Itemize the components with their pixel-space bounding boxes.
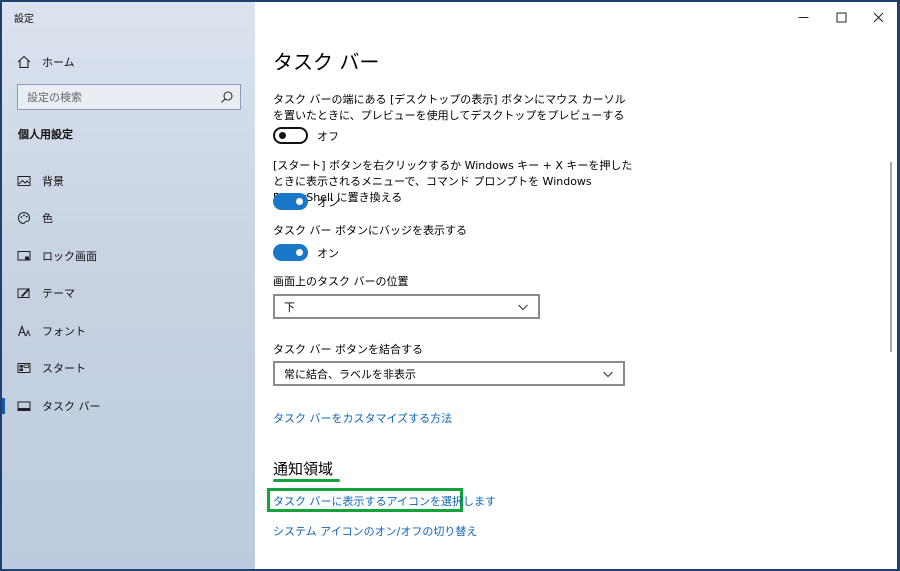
sidebar-item-taskbar[interactable]: タスク バー bbox=[2, 391, 255, 421]
badges-toggle[interactable] bbox=[273, 244, 308, 261]
sidebar: 設定 ホーム 設定の検索 個人用設定 背景 色 ロック画面 テーマ フォント ス… bbox=[2, 2, 255, 569]
badges-toggle-row: オン bbox=[273, 244, 339, 261]
sidebar-home-label: ホーム bbox=[42, 56, 75, 69]
home-icon bbox=[16, 54, 32, 70]
notification-area-heading: 通知領域 bbox=[273, 460, 334, 478]
combine-dropdown[interactable]: 常に結合、ラベルを非表示 bbox=[273, 361, 625, 386]
theme-icon bbox=[16, 285, 32, 301]
search-icon[interactable] bbox=[220, 90, 234, 104]
sidebar-item-label: スタート bbox=[42, 362, 86, 375]
toggle-knob bbox=[296, 249, 303, 256]
position-dropdown[interactable]: 下 bbox=[273, 294, 540, 319]
peek-description: タスク バーの端にある [デスクトップの表示] ボタンにマウス カーソルを置いた… bbox=[273, 93, 626, 122]
taskbar-icon bbox=[16, 398, 32, 414]
peek-toggle-row: オフ bbox=[273, 127, 339, 144]
lock-screen-icon bbox=[16, 248, 32, 264]
powershell-toggle[interactable] bbox=[273, 193, 308, 210]
chevron-down-icon bbox=[603, 371, 613, 378]
customize-taskbar-link[interactable]: タスク バーをカスタマイズする方法 bbox=[273, 410, 452, 426]
palette-icon bbox=[16, 210, 32, 226]
combine-label: タスク バー ボタンを結合する bbox=[273, 343, 423, 356]
window-title: 設定 bbox=[14, 14, 34, 25]
powershell-toggle-row: オン bbox=[273, 193, 339, 210]
sidebar-item-label: フォント bbox=[42, 325, 86, 338]
heading-underline-mark bbox=[273, 479, 340, 482]
sidebar-item-label: 色 bbox=[42, 212, 53, 225]
chevron-down-icon bbox=[518, 304, 528, 311]
peek-toggle[interactable] bbox=[273, 127, 308, 144]
sidebar-item-lock-screen[interactable]: ロック画面 bbox=[2, 241, 255, 271]
sidebar-item-start[interactable]: スタート bbox=[2, 353, 255, 383]
badges-toggle-state: オン bbox=[317, 246, 339, 260]
start-icon bbox=[16, 360, 32, 376]
toggle-knob bbox=[296, 198, 303, 205]
page-title: タスク バー bbox=[273, 50, 380, 74]
sidebar-item-label: 背景 bbox=[42, 175, 64, 188]
position-label: 画面上のタスク バーの位置 bbox=[273, 275, 409, 288]
toggle-knob bbox=[279, 132, 286, 139]
sidebar-item-font[interactable]: フォント bbox=[2, 316, 255, 346]
sidebar-item-background[interactable]: 背景 bbox=[2, 166, 255, 196]
peek-toggle-state: オフ bbox=[317, 129, 339, 143]
sidebar-item-theme[interactable]: テーマ bbox=[2, 278, 255, 308]
sidebar-item-label: ロック画面 bbox=[42, 250, 97, 263]
font-icon bbox=[16, 323, 32, 339]
badges-description: タスク バー ボタンにバッジを表示する bbox=[273, 224, 467, 237]
scrollbar[interactable] bbox=[890, 162, 892, 352]
select-taskbar-icons-link[interactable]: タスク バーに表示するアイコンを選択します bbox=[273, 493, 496, 509]
position-dropdown-value: 下 bbox=[284, 300, 295, 314]
system-icons-toggle-link[interactable]: システム アイコンのオン/オフの切り替え bbox=[273, 523, 477, 539]
sidebar-home[interactable]: ホーム bbox=[2, 47, 255, 77]
powershell-toggle-state: オン bbox=[317, 195, 339, 209]
sidebar-item-label: テーマ bbox=[42, 287, 75, 300]
settings-window: 設定 ホーム 設定の検索 個人用設定 背景 色 ロック画面 テーマ フォント ス… bbox=[2, 2, 897, 569]
search-input[interactable]: 設定の検索 bbox=[17, 84, 241, 110]
picture-icon bbox=[16, 173, 32, 189]
main-content: タスク バー タスク バーの端にある [デスクトップの表示] ボタンにマウス カ… bbox=[267, 2, 883, 569]
search-placeholder: 設定の検索 bbox=[27, 91, 82, 104]
combine-dropdown-value: 常に結合、ラベルを非表示 bbox=[284, 367, 416, 381]
sidebar-section-heading: 個人用設定 bbox=[18, 128, 73, 141]
sidebar-item-label: タスク バー bbox=[42, 400, 101, 413]
sidebar-item-color[interactable]: 色 bbox=[2, 203, 255, 233]
